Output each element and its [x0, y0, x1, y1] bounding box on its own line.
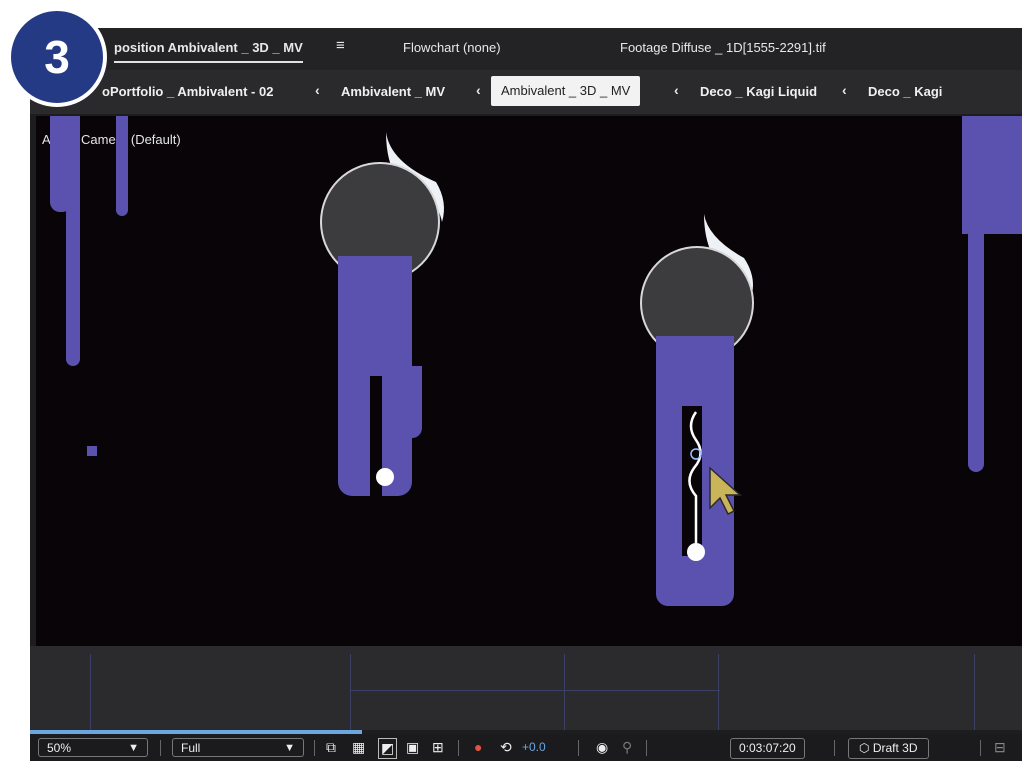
show-snapshot-icon[interactable]: ⚲ [622, 738, 632, 757]
composition-navigator: oPortfolio _ Ambivalent - 02 ‹ Ambivalen… [30, 70, 1022, 114]
camera-snapshot-icon[interactable]: ◉ [596, 738, 608, 757]
resolution-value: Full [181, 741, 201, 755]
draft-3d-label: Draft 3D [872, 741, 918, 755]
divider [980, 740, 981, 756]
tab-composition[interactable]: position Ambivalent _ 3D _ MV [114, 40, 303, 63]
breadcrumb-item[interactable]: Deco _ Kagi Liquid [700, 84, 817, 99]
panel-menu-icon[interactable]: ≡ [336, 37, 345, 54]
timeline-area[interactable] [30, 646, 1022, 730]
tab-flowchart[interactable]: Flowchart (none) [403, 40, 501, 55]
chevron-left-icon: ‹ [674, 82, 679, 98]
after-effects-window: position Ambivalent _ 3D _ MV ≡ Flowchar… [30, 28, 1022, 761]
timeline-guide [350, 690, 720, 691]
draft-3d-button[interactable]: ⬡ Draft 3D [848, 738, 929, 759]
composition-viewer[interactable]: Active Camera (Default) [36, 116, 1022, 646]
panel-tab-bar: position Ambivalent _ 3D _ MV ≡ Flowchar… [30, 28, 1022, 70]
drip-shape [66, 116, 80, 366]
cube-icon: ⬡ [859, 741, 870, 755]
3d-view-icon[interactable]: ⊟ [994, 738, 1006, 757]
timeline-guide [718, 654, 719, 730]
breadcrumb-item-active[interactable]: Ambivalent _ 3D _ MV [491, 76, 641, 106]
region-of-interest-icon[interactable]: ⧉ [326, 738, 336, 757]
reset-exposure-icon[interactable]: ⟲ [500, 738, 512, 757]
divider [160, 740, 161, 756]
step-number-badge: 3 [7, 7, 107, 107]
breadcrumb-item[interactable]: Ambivalent _ MV [341, 84, 445, 99]
grid-guides-icon[interactable]: ⊞ [432, 738, 444, 757]
viewer-controls-bar: 50% ▼ Full ▼ ⧉ ▦ ◩ ▣ ⊞ ● ⟲ +0.0 ◉ ⚲ 0:03… [30, 734, 1022, 761]
color-channels-icon[interactable]: ● [474, 738, 482, 757]
timeline-guide [974, 654, 975, 730]
breadcrumb-item[interactable]: oPortfolio _ Ambivalent - 02 [102, 84, 273, 99]
chevron-left-icon: ‹ [315, 82, 320, 98]
zoom-dropdown[interactable]: 50% ▼ [38, 738, 148, 757]
divider [578, 740, 579, 756]
resolution-dropdown[interactable]: Full ▼ [172, 738, 304, 757]
drip-arm [388, 366, 422, 438]
timeline-guide [350, 654, 351, 730]
drip-gap [370, 376, 382, 526]
exposure-value[interactable]: +0.0 [522, 738, 546, 757]
mouse-cursor-icon [709, 466, 742, 516]
timeline-guide [564, 654, 565, 730]
drip-shape [116, 116, 128, 216]
mask-path-icon[interactable]: ◩ [378, 738, 398, 759]
breadcrumb-item[interactable]: Deco _ Kagi [868, 84, 942, 99]
divider [314, 740, 315, 756]
chevron-down-icon: ▼ [284, 742, 295, 754]
divider [458, 740, 459, 756]
pixel-marker [87, 446, 97, 456]
transparency-grid-icon[interactable]: ▦ [352, 738, 365, 757]
chevron-left-icon: ‹ [842, 82, 847, 98]
chevron-left-icon: ‹ [476, 82, 481, 98]
timecode-field[interactable]: 0:03:07:20 [730, 738, 805, 759]
safe-margins-icon[interactable]: ▣ [406, 738, 419, 757]
divider [646, 740, 647, 756]
chevron-down-icon: ▼ [128, 742, 139, 754]
zoom-value: 50% [47, 741, 72, 755]
timeline-guide [90, 654, 91, 730]
drip-shape [968, 216, 984, 472]
handle-knob [376, 468, 394, 486]
tab-footage[interactable]: Footage Diffuse _ 1D[1555-2291].tif [620, 40, 826, 55]
divider [834, 740, 835, 756]
